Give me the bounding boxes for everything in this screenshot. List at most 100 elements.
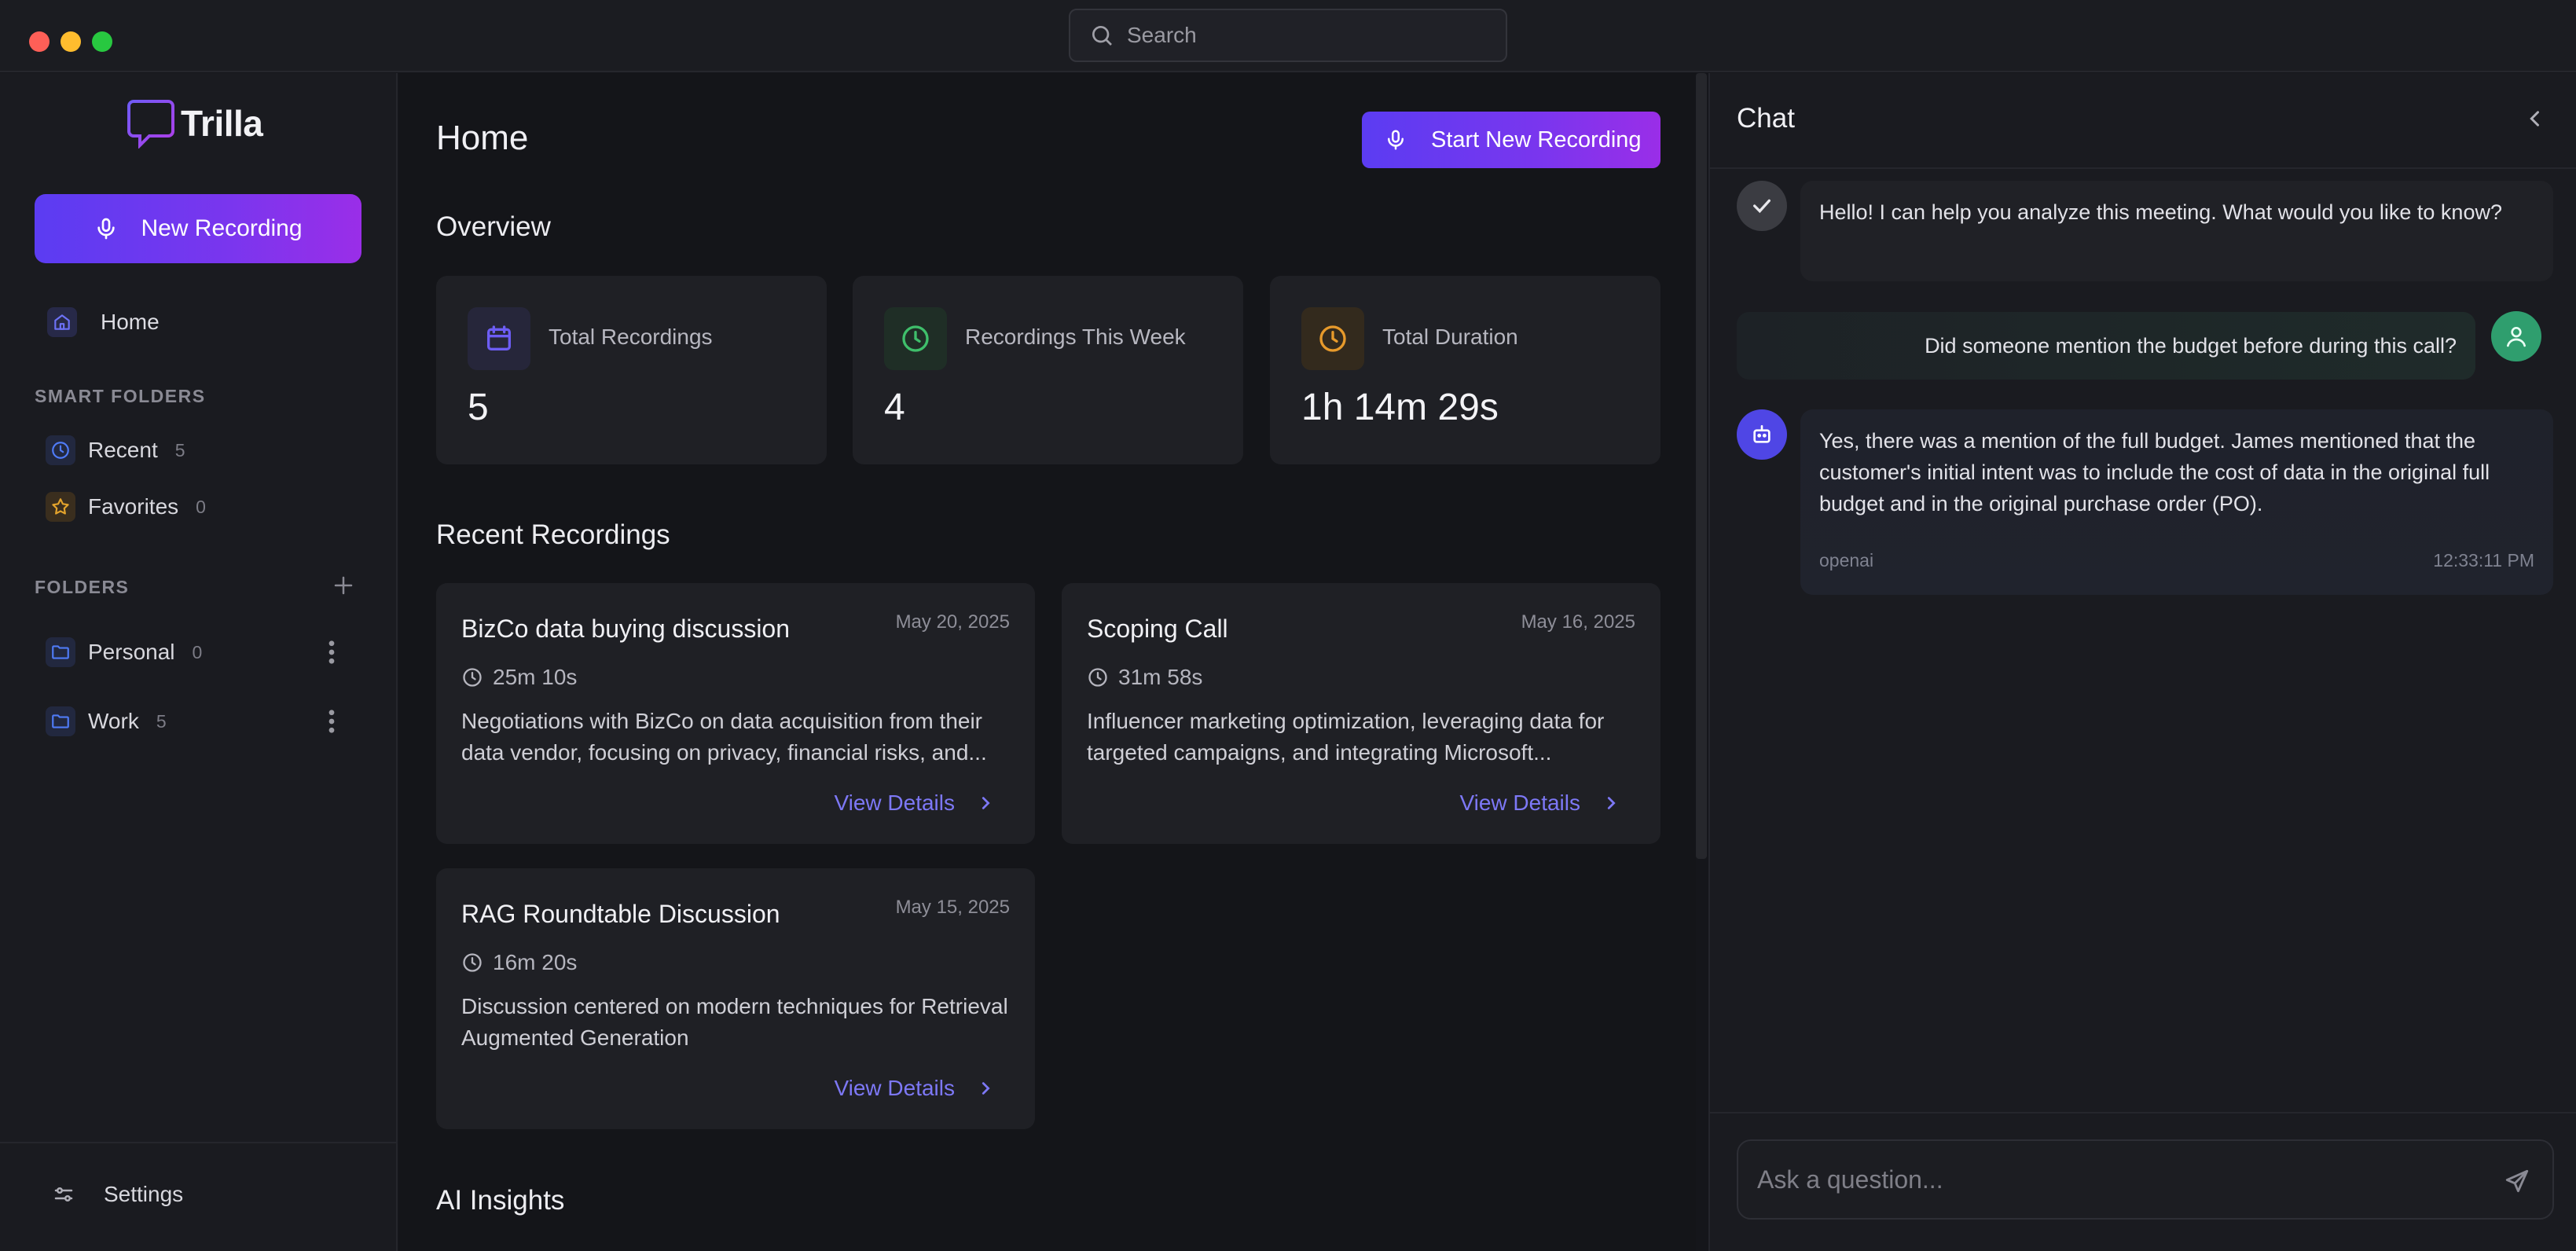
microphone-icon [1388,130,1404,150]
ask-question-input[interactable] [1757,1165,2464,1194]
recording-title: BizCo data buying discussion [461,614,791,643]
user-avatar [2491,311,2541,361]
sidebar-item-label: Personal [88,640,175,664]
recording-card[interactable]: BizCo data buying discussion May 20, 202… [436,583,1035,844]
stat-value: 1h 14m 29s [1301,387,1499,428]
view-details-label: View Details [834,1076,955,1100]
recording-duration: 25m 10s [461,665,577,690]
sidebar-item-home[interactable]: Home [35,301,361,343]
sidebar: Trilla New Recording Home SMART FOLDERS … [0,73,398,1251]
chat-footer-divider [1710,1112,2576,1113]
chat-message-assistant: Hello! I can help you analyze this meeti… [1800,181,2553,281]
message-text: Yes, there was a mention of the full bud… [1819,429,2490,515]
main-content: Home Start New Recording Overview Total … [399,73,1696,1251]
chat-panel: Chat Hello! I can help you analyze this … [1708,73,2576,1251]
stat-card-recordings-this-week: Recordings This Week 4 [853,276,1243,464]
start-new-recording-label: Start New Recording [1431,127,1642,152]
message-text: Hello! I can help you analyze this meeti… [1819,200,2502,224]
view-details-link[interactable]: View Details [834,1076,994,1101]
more-options-icon[interactable] [328,640,335,664]
sidebar-item-work[interactable]: Work 5 [35,699,361,743]
app-name: Trilla [181,103,263,144]
send-icon[interactable] [2504,1168,2530,1194]
message-timestamp: 12:33:11 PM [2433,550,2534,570]
search-icon [1092,26,1112,46]
star-icon [52,498,69,515]
recording-card[interactable]: Scoping Call May 16, 2025 31m 58s Influe… [1062,583,1660,844]
search-bar[interactable] [1069,9,1507,62]
recording-description: Influencer marketing optimization, lever… [1087,709,1605,765]
chat-input-box[interactable] [1737,1139,2554,1220]
title-bar [0,0,2576,72]
chevron-right-icon [982,1082,990,1095]
sidebar-item-personal[interactable]: Personal 0 [35,630,361,674]
sidebar-item-count: 5 [174,439,185,460]
new-recording-button[interactable]: New Recording [35,194,361,263]
recording-description: Discussion centered on modern techniques… [461,994,1008,1050]
overview-heading: Overview [436,211,551,242]
stat-value: 5 [468,387,489,428]
recording-card[interactable]: RAG Roundtable Discussion May 15, 2025 1… [436,868,1035,1129]
chevron-right-icon [1607,797,1616,809]
clock-icon [902,325,929,352]
recording-duration: 16m 20s [461,950,577,975]
collapse-chat-icon[interactable] [2524,108,2546,130]
robot-icon [1753,425,1771,443]
sidebar-item-favorites[interactable]: Favorites 0 [35,485,361,529]
folder-icon [52,645,69,659]
stat-label: Total Duration [1382,325,1518,349]
minimize-window-button[interactable] [61,31,81,52]
chat-message-user: Did someone mention the budget before du… [1737,312,2475,380]
folder-icon [52,714,69,728]
home-icon [54,314,70,330]
clock-icon [52,442,69,459]
recording-title: RAG Roundtable Discussion [461,900,780,928]
user-icon [2507,327,2526,347]
start-new-recording-button[interactable]: Start New Recording [1362,112,1660,168]
search-input[interactable] [1127,23,1488,48]
view-details-label: View Details [834,791,955,815]
stat-icon-box [468,307,530,370]
more-options-icon[interactable] [328,710,335,733]
maximize-window-button[interactable] [92,31,112,52]
smart-folders-heading: SMART FOLDERS [35,386,206,406]
close-window-button[interactable] [29,31,50,52]
recording-date: May 20, 2025 [895,611,1010,633]
clock-icon [463,953,482,972]
main-scrollbar[interactable] [1696,73,1707,859]
trilla-logo-icon [127,100,174,149]
add-folder-icon[interactable] [332,574,355,597]
view-details-link[interactable]: View Details [834,791,994,816]
view-details-link[interactable]: View Details [1459,791,1620,816]
stat-icon-box [884,307,947,370]
chevron-right-icon [982,797,990,809]
sidebar-item-label: Home [101,310,160,334]
sidebar-item-recent[interactable]: Recent 5 [35,428,361,472]
calendar-icon [487,325,511,350]
stat-value: 4 [884,387,905,428]
ai-insights-heading: AI Insights [436,1185,565,1216]
recording-duration: 31m 58s [1087,665,1202,690]
clock-icon [1088,668,1107,687]
message-text: Did someone mention the budget before du… [1925,334,2457,358]
stat-label: Total Recordings [549,325,713,349]
clock-icon [1319,325,1346,352]
clock-icon [463,668,482,687]
chat-title: Chat [1737,103,1795,134]
home-icon-box [47,307,77,337]
sidebar-item-count: 0 [196,496,206,517]
sidebar-item-label: Favorites [88,494,179,519]
sidebar-item-count: 5 [156,710,167,732]
duration-text: 16m 20s [493,950,578,974]
recording-date: May 15, 2025 [895,897,1010,918]
folders-heading: FOLDERS [35,577,130,597]
recent-recordings-heading: Recent Recordings [436,519,670,550]
settings-button[interactable]: Settings [35,1167,361,1222]
assistant-avatar [1737,181,1787,231]
chat-message-assistant: Yes, there was a mention of the full bud… [1800,409,2553,595]
app-logo[interactable]: Trilla [127,98,263,149]
duration-text: 25m 10s [493,665,578,689]
sidebar-item-count: 0 [192,641,203,662]
duration-text: 31m 58s [1118,665,1203,689]
bot-avatar [1737,409,1787,460]
